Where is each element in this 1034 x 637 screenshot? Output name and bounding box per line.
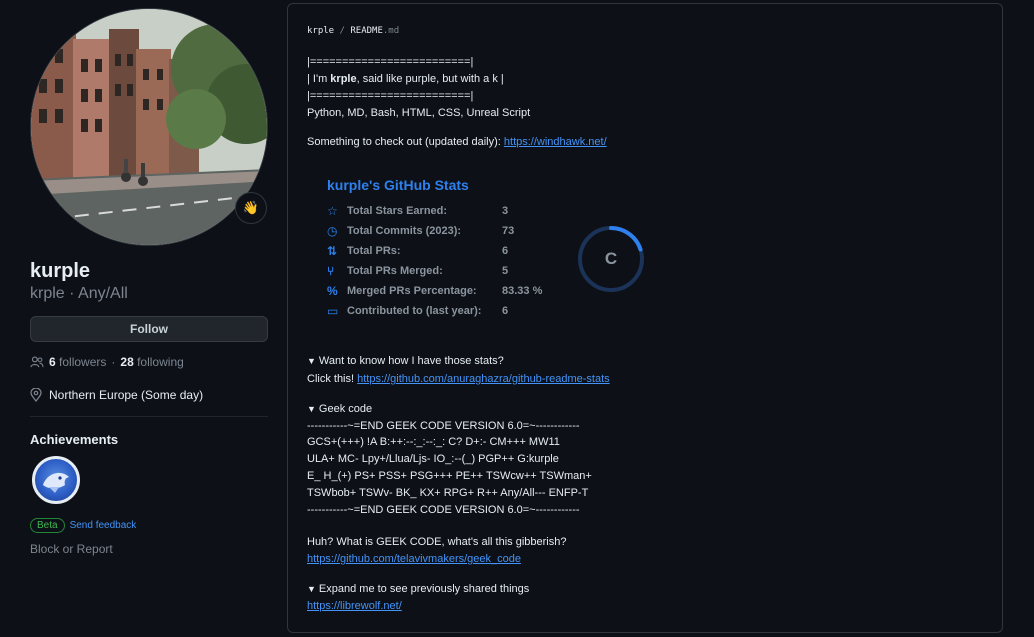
- send-feedback-link[interactable]: Send feedback: [70, 520, 137, 531]
- star-icon: ☆: [327, 204, 338, 218]
- profile-location: Northern Europe (Some day): [30, 388, 203, 402]
- caret-down-icon: ▼: [307, 356, 316, 366]
- librewolf-link[interactable]: https://librewolf.net/: [307, 600, 402, 612]
- caret-down-icon: ▼: [307, 584, 316, 594]
- merge-icon: ⑂: [327, 264, 335, 278]
- caret-down-icon: ▼: [307, 404, 316, 414]
- geek-code-line: GCS+(+++) !A B:++:--:_:--:_: C? D+:- CM+…: [307, 436, 560, 448]
- banner-pre: | I'm: [307, 73, 331, 85]
- readme-stats-link[interactable]: https://github.com/anuraghazra/github-re…: [357, 373, 610, 385]
- geek-code-line: ULA+ MC- Lpy+/Llua/Ljs- IO_:--(_) PGP++ …: [307, 453, 559, 465]
- geek-code-link-line: https://github.com/telavivmakers/geek_co…: [307, 551, 521, 568]
- achievement-badge[interactable]: [32, 456, 80, 504]
- avatar-container: 👋: [30, 8, 268, 246]
- followers-label: followers: [59, 355, 107, 369]
- geek-code-link[interactable]: https://github.com/telavivmakers/geek_co…: [307, 553, 521, 565]
- people-icon: [30, 356, 44, 368]
- stat-row-prs-merged: ⑂ Total PRs Merged: 5: [327, 261, 508, 281]
- stat-value: 5: [502, 265, 509, 277]
- click-this-text: Click this!: [307, 373, 358, 385]
- profile-sidebar: 👋 kurple krple · Any/All Follow 6 follow…: [30, 0, 268, 637]
- stat-value: 83.33 %: [502, 285, 543, 297]
- avatar-street-photo: [31, 9, 267, 245]
- banner-line-3: |=========================|: [307, 90, 474, 102]
- stat-label: Total Stars Earned:: [347, 205, 448, 217]
- check-out-text: Something to check out (updated daily):: [307, 136, 504, 148]
- feedback-row: Beta Send feedback: [30, 518, 136, 533]
- breadcrumb-user[interactable]: krple: [307, 26, 334, 36]
- banner-line-1: |=========================|: [307, 56, 474, 68]
- following-count: 28: [120, 355, 134, 369]
- geek-code-line: TSWbob+ TSWv- BK_ KX+ RPG+ R++ Any/All--…: [307, 487, 589, 499]
- details-stats-body: Click this! https://github.com/anuraghaz…: [307, 371, 610, 388]
- profile-name: kurple: [30, 260, 91, 282]
- check-out-line: Something to check out (updated daily): …: [307, 134, 607, 151]
- geek-code-line: -----------~=END GEEK CODE VERSION 6.0=~…: [307, 504, 580, 516]
- history-icon: ◷: [327, 224, 338, 238]
- stat-label: Contributed to (last year):: [347, 305, 482, 317]
- details-geek-summary-text: Geek code: [318, 403, 373, 415]
- librewolf-link-line: https://librewolf.net/: [307, 598, 402, 615]
- stat-row-prs: ⇅ Total PRs: 6: [327, 241, 508, 261]
- follow-separator: ·: [111, 355, 116, 369]
- stat-row-merged-percentage: % Merged PRs Percentage: 83.33 %: [327, 281, 542, 301]
- breadcrumb-ext: .md: [382, 26, 400, 36]
- details-geek-summary[interactable]: ▼ Geek code: [307, 401, 372, 418]
- stat-row-commits: ◷ Total Commits (2023): 73: [327, 221, 514, 241]
- follow-stats: 6 followers · 28 following: [30, 355, 184, 369]
- shark-achievement-icon: [43, 472, 69, 493]
- status-emoji-button[interactable]: 👋: [235, 192, 267, 224]
- readme-breadcrumb: krple / README.md: [307, 26, 399, 36]
- breadcrumb-separator: /: [339, 26, 345, 36]
- location-text: Northern Europe (Some day): [49, 388, 204, 402]
- details-stats-summary[interactable]: ▼ Want to know how I have those stats?: [307, 353, 504, 370]
- readme-panel: krple / README.md |=====================…: [287, 3, 1003, 633]
- stat-label: Total Commits (2023):: [347, 225, 462, 237]
- beta-badge: Beta: [30, 518, 65, 533]
- breadcrumb-file: README: [350, 26, 383, 36]
- banner-post: , said like purple, but with a k |: [356, 73, 504, 85]
- geek-question: Huh? What is GEEK CODE, what's all this …: [307, 536, 567, 548]
- profile-login-pronouns: krple · Any/All: [30, 285, 128, 302]
- details-expand-summary[interactable]: ▼ Expand me to see previously shared thin…: [307, 581, 529, 598]
- stat-label: Total PRs:: [347, 245, 401, 257]
- banner-line-2: | I'm krple, said like purple, but with …: [307, 71, 504, 88]
- followers-link[interactable]: 6 followers: [49, 355, 106, 369]
- geek-code-line: E_ H_(+) PS+ PSS+ PSG+++ PE++ TSWcw++ TS…: [307, 470, 592, 482]
- stats-card-title: kurple's GitHub Stats: [327, 177, 469, 193]
- details-stats-summary-text: Want to know how I have those stats?: [318, 355, 504, 367]
- block-or-report-link[interactable]: Block or Report: [30, 542, 113, 556]
- languages-line: Python, MD, Bash, HTML, CSS, Unreal Scri…: [307, 107, 531, 119]
- percent-icon: %: [327, 284, 338, 298]
- wave-hand-icon: 👋: [242, 200, 260, 215]
- avatar[interactable]: [30, 8, 268, 246]
- stat-label: Merged PRs Percentage:: [347, 285, 477, 297]
- stat-value: 6: [502, 245, 509, 257]
- following-link[interactable]: 28 following: [120, 355, 183, 369]
- stat-row-contributed: ▭ Contributed to (last year): 6: [327, 301, 508, 321]
- details-expand-summary-text: Expand me to see previously shared thing…: [318, 583, 530, 595]
- stat-value: 73: [502, 225, 515, 237]
- banner-handle: krple: [330, 73, 357, 85]
- rank-grade: C: [604, 249, 618, 268]
- rank-ring: C: [576, 224, 646, 294]
- pull-request-icon: ⇅: [327, 244, 338, 258]
- stat-value: 3: [502, 205, 509, 217]
- location-pin-icon: [30, 388, 42, 402]
- achievements-heading[interactable]: Achievements: [30, 432, 118, 447]
- follow-button[interactable]: Follow: [30, 316, 268, 342]
- geek-code-line: -----------~=END GEEK CODE VERSION 6.0=~…: [307, 420, 580, 432]
- stat-value: 6: [502, 305, 509, 317]
- following-label: following: [137, 355, 184, 369]
- sidebar-divider: [30, 416, 268, 417]
- stat-row-stars: ☆ Total Stars Earned: 3: [327, 201, 508, 221]
- followers-count: 6: [49, 355, 56, 369]
- windhawk-link[interactable]: https://windhawk.net/: [504, 136, 607, 148]
- repo-icon: ▭: [327, 304, 339, 318]
- stat-label: Total PRs Merged:: [347, 265, 443, 277]
